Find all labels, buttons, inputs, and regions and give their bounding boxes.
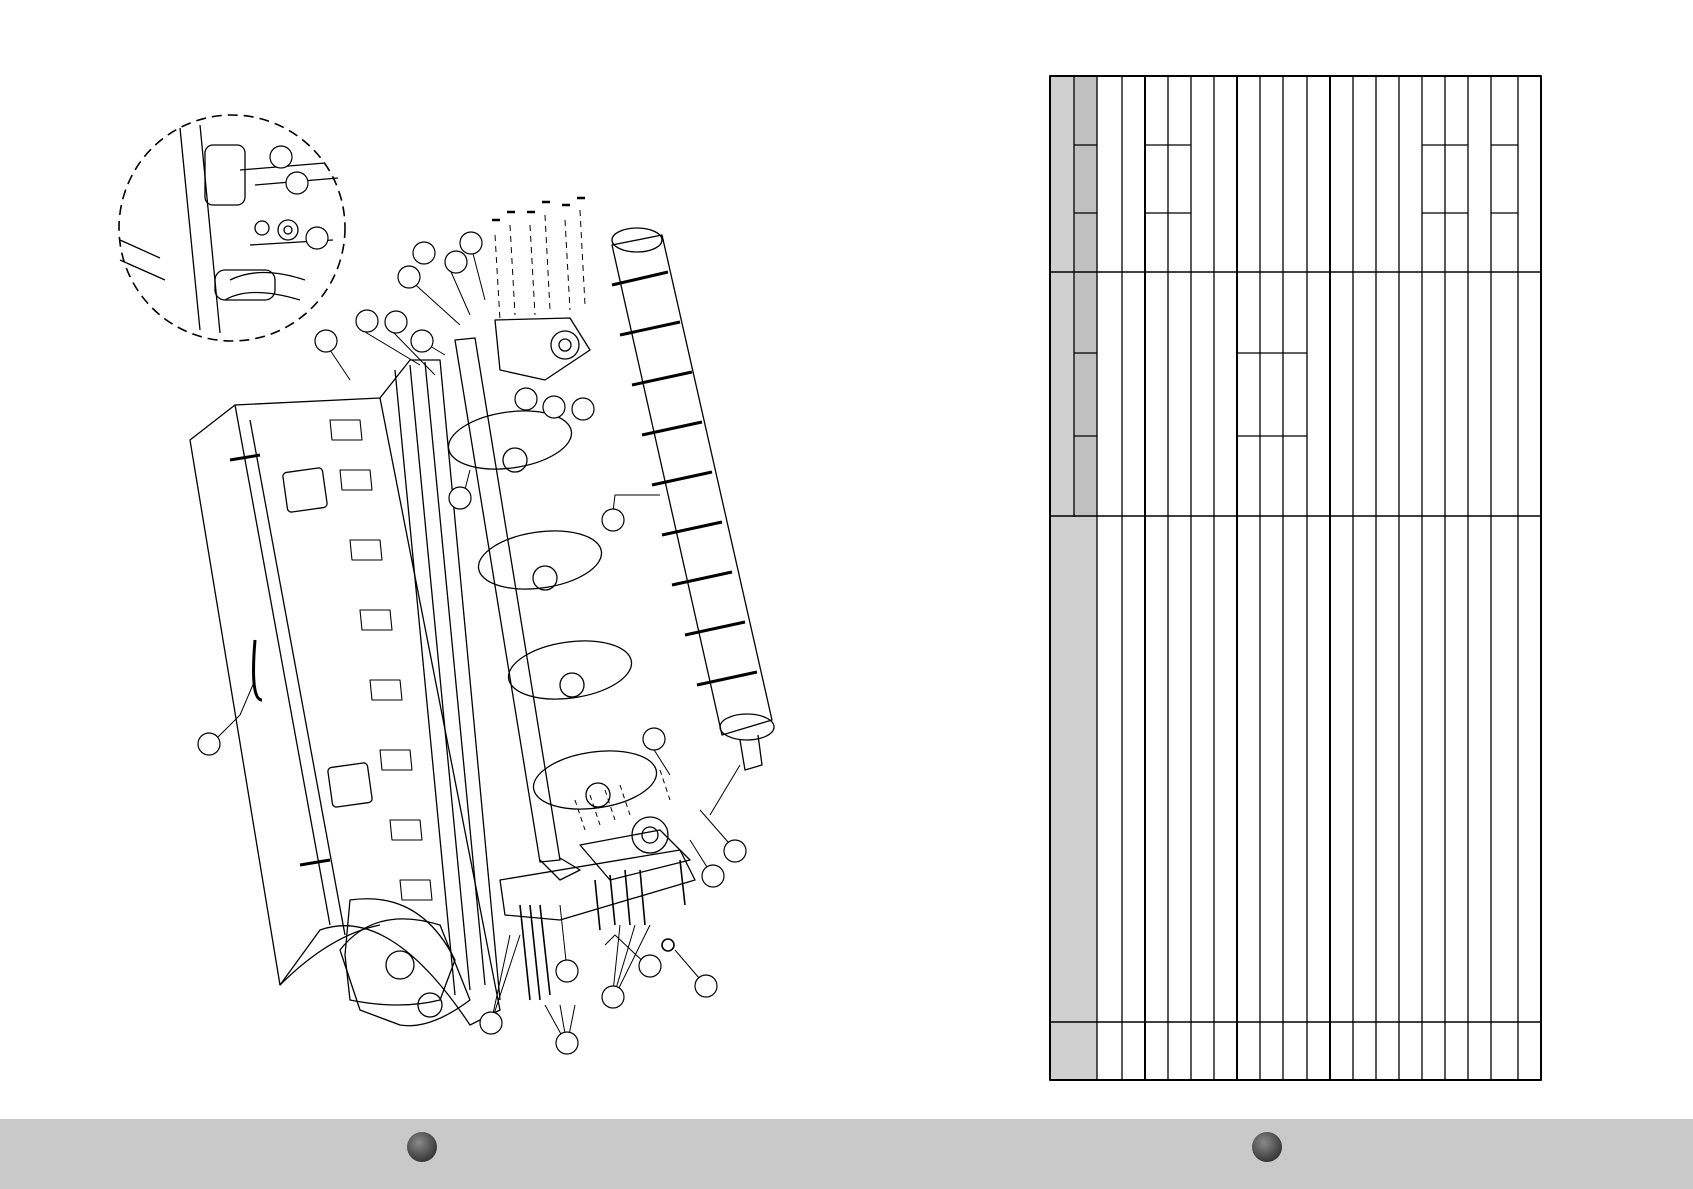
page-footer-band — [0, 1119, 1693, 1189]
manual-spread — [0, 0, 1693, 1189]
callout-leaders — [209, 241, 741, 1046]
top-bracket — [492, 196, 591, 381]
side-gearbox — [339, 816, 696, 1027]
rear-roller — [611, 227, 775, 771]
parts-table — [1049, 75, 1542, 1081]
rotor-hood — [189, 359, 501, 1026]
left-page-dot — [407, 1132, 437, 1162]
exploded-view-drawing — [118, 75, 1542, 1081]
right-page-dot — [1252, 1132, 1282, 1162]
callout-bubbles — [197, 145, 747, 1055]
detail-circle-inset — [118, 114, 346, 342]
rotor-knives — [329, 419, 433, 901]
